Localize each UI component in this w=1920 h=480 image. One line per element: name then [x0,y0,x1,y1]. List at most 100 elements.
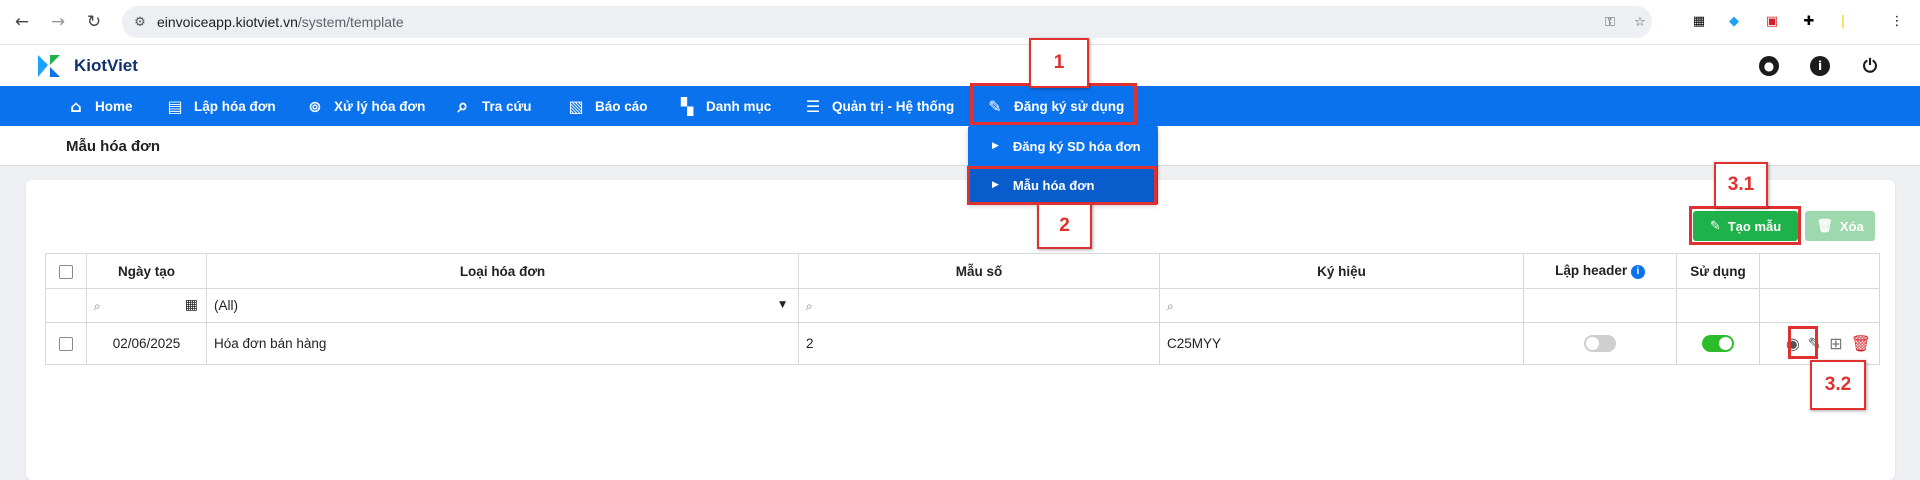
nav-item-catalog[interactable]: ▚ Danh mục [677,86,771,126]
kiotviet-logo-icon [34,51,64,81]
copy-add-icon[interactable]: ⊞ [1829,334,1842,353]
filter-empty-cell [1523,288,1677,323]
cell-header-setup [1523,322,1677,365]
nav-item-admin-system[interactable]: ☰ Quản trị - Hệ thống [803,86,954,126]
back-arrow-icon[interactable]: ← [12,12,32,32]
category-icon: ▚ [680,96,694,116]
callout-step-3-1: 3.1 [1714,162,1768,208]
cell-form-number: 2 [798,322,1160,365]
search-icon: ⌕ [1167,298,1174,313]
col-header-created-date[interactable]: Ngày tạo [86,253,207,289]
col-header-symbol[interactable]: Ký hiệu [1159,253,1524,289]
trash-delete-icon[interactable]: 🗑 [1851,334,1871,353]
address-bar[interactable]: ⚙ einvoiceapp.kiotviet.vn/system/templat… [122,6,1652,38]
brand-name: KiotViet [74,56,138,75]
page-title: Mẫu hóa đơn [66,138,160,155]
red-extension-icon[interactable]: ▣ [1763,12,1781,30]
col-header-in-use[interactable]: Sử dụng [1676,253,1760,289]
col-header-form-number[interactable]: Mẫu số [798,253,1160,289]
search-icon: ⌕ [806,298,813,313]
col-header-actions [1759,253,1880,289]
info-icon[interactable]: i [1630,264,1645,279]
filter-empty-cell [1759,288,1880,323]
nav-item-reports[interactable]: ▧ Báo cáo [566,86,648,126]
highlight-register-usage [970,83,1137,125]
app-header: KiotViet ● i ⏻ [0,44,1920,86]
nav-label: Báo cáo [595,98,648,114]
toggle-knob [1719,337,1732,350]
row-select-cell [45,322,87,365]
report-icon: ▧ [568,96,584,116]
filter-invoice-type[interactable]: (All) ▼ [206,288,799,323]
nav-label: Quản trị - Hệ thống [832,98,955,114]
table-header-row: Ngày tạo Loại hóa đơn Mẫu số Ký hiệu Lập… [45,253,1880,289]
key-icon[interactable]: ⚿ [1602,14,1618,30]
highlight-create-template [1689,206,1801,245]
toggle-knob [1586,337,1599,350]
qr-extension-icon[interactable]: ▦ [1690,12,1708,30]
in-use-toggle-on[interactable] [1702,335,1734,352]
table-filter-row: ⌕ ▦ (All) ▼ ⌕ ⌕ [45,288,1880,323]
highlight-edit-action [1788,326,1818,359]
nav-item-create-invoice[interactable]: ▤ Lập hóa đơn [165,86,276,126]
header-setup-label: Lập header [1555,263,1628,279]
filter-empty-cell [1676,288,1760,323]
browser-menu-icon[interactable]: ⋮ [1888,12,1906,30]
nav-label: Danh mục [706,98,772,114]
kiotviet-logo[interactable]: KiotViet [34,51,138,81]
delete-button[interactable]: 🗑 Xóa [1805,211,1875,241]
browser-toolbar: ← → ↻ ⚙ einvoiceapp.kiotviet.vn/system/t… [0,0,1920,44]
url-text: einvoiceapp.kiotviet.vn/system/template [157,14,404,30]
col-header-invoice-type[interactable]: Loại hóa đơn [206,253,799,289]
home-icon: ⌂ [70,96,82,116]
row-checkbox[interactable] [59,337,73,352]
highlight-invoice-template [967,166,1157,205]
power-icon[interactable]: ⏻ [1860,56,1880,77]
invoice-create-icon: ▤ [167,96,183,116]
kiotviet-extension-icon[interactable]: ◆ [1725,12,1743,30]
url-host: einvoiceapp.kiotviet.vn [157,14,298,30]
bookmark-star-icon[interactable]: ☆ [1632,14,1648,30]
filter-invoice-type-value: (All) [214,298,238,313]
filter-created-date[interactable]: ⌕ ▦ [86,288,207,323]
nav-item-process-invoice[interactable]: ⊚ Xử lý hóa đơn [305,86,425,126]
extensions-puzzle-icon[interactable]: ✚ [1800,12,1818,30]
nav-label: Tra cứu [482,98,532,114]
callout-step-3-2: 3.2 [1810,360,1866,410]
cell-invoice-type: Hóa đơn bán hàng [206,322,799,365]
invoice-process-icon: ⊚ [308,96,322,116]
cell-actions: ◉ ✎ ⊞ 🗑 [1759,322,1880,365]
caret-right-icon: ▶ [992,141,999,151]
site-info-icon[interactable]: ⚙ [132,14,148,30]
table-row[interactable]: 02/06/2025 Hóa đơn bán hàng 2 C25MYY ◉ ✎ ⊞… [45,322,1880,365]
delete-label: Xóa [1839,218,1864,234]
filter-form-number[interactable]: ⌕ [798,288,1160,323]
dropdown-label: Đăng ký SD hóa đơn [1012,138,1141,154]
trash-icon: 🗑 [1816,218,1833,234]
reload-icon[interactable]: ↻ [84,12,104,32]
dropdown-item-register-invoice[interactable]: ▶ Đăng ký SD hóa đơn [968,127,1158,165]
chevron-down-icon[interactable]: ▼ [779,300,786,310]
col-header-header-setup[interactable]: Lập header i [1523,253,1677,289]
template-table: Ngày tạo Loại hóa đơn Mẫu số Ký hiệu Lập… [45,253,1880,365]
admin-system-icon: ☰ [805,96,821,116]
select-all-checkbox[interactable] [59,264,73,279]
page-title-bar: Mẫu hóa đơn [0,126,1920,166]
nav-label: Lập hóa đơn [194,98,276,114]
cell-symbol: C25MYY [1159,322,1524,365]
profile-divider-icon: | [1840,13,1846,29]
filter-symbol[interactable]: ⌕ [1159,288,1524,323]
nav-item-home[interactable]: ⌂ Home [66,86,132,126]
search-icon: ⌕ [457,95,469,117]
nav-item-lookup[interactable]: ⌕ Tra cứu [453,86,532,126]
header-setup-toggle-off[interactable] [1584,335,1616,352]
filter-empty-cell [45,288,87,323]
cell-in-use [1676,322,1760,365]
main-nav: ⌂ Home ▤ Lập hóa đơn ⊚ Xử lý hóa đơn ⌕ Tra c… [0,86,1920,126]
info-icon[interactable]: i [1810,56,1830,76]
cell-created-date: 02/06/2025 [86,322,207,365]
user-account-icon[interactable]: ● [1759,56,1779,76]
search-icon: ⌕ [94,298,101,313]
calendar-icon[interactable]: ▦ [185,297,198,313]
forward-arrow-icon[interactable]: → [48,12,68,32]
